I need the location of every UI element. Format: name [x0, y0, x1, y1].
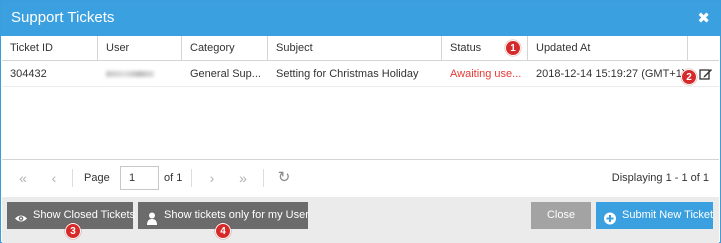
close-icon[interactable]: ✖: [697, 9, 710, 27]
dialog-title: Support Tickets: [11, 9, 115, 26]
displaying-count: Displaying 1 - 1 of 1: [611, 172, 709, 184]
dialog-footer: Show Closed Tickets Show tickets only fo…: [2, 197, 719, 243]
column-header-user[interactable]: User: [98, 36, 182, 61]
cell-user: [98, 61, 182, 87]
page-label: Page: [84, 172, 110, 184]
cell-subject: Setting for Christmas Holiday: [276, 68, 419, 80]
column-header-actions: [688, 36, 719, 61]
pager-separator: [263, 169, 264, 187]
cell-category: General Sup...: [190, 68, 261, 80]
cell-updated-at: 2018-12-14 15:19:27 (GMT+1): [536, 68, 686, 80]
last-page-icon[interactable]: »: [234, 169, 252, 187]
table-header: Ticket ID User Category Subject Status U…: [2, 36, 719, 61]
cell-status: Awaiting use...: [450, 68, 522, 80]
plus-circle-icon: [603, 209, 617, 225]
next-page-icon[interactable]: ›: [203, 169, 221, 187]
pager-separator: [72, 169, 73, 187]
tickets-grid: Ticket ID User Category Subject Status U…: [2, 36, 719, 159]
edit-icon[interactable]: [699, 67, 713, 81]
previous-page-icon[interactable]: ‹: [45, 169, 63, 187]
annotation-badge-4: 4: [215, 223, 231, 239]
dialog-titlebar: Support Tickets ✖: [1, 1, 720, 36]
submit-new-ticket-button[interactable]: Submit New Ticket: [596, 202, 713, 229]
column-header-category[interactable]: Category: [182, 36, 268, 61]
user-icon: [145, 209, 159, 225]
annotation-badge-3: 3: [65, 223, 81, 239]
table-row[interactable]: 304432 General Sup... Setting for Christ…: [2, 61, 719, 87]
eye-icon: [14, 209, 28, 222]
annotation-badge-2: 2: [681, 69, 697, 85]
column-header-ticket-id[interactable]: Ticket ID: [2, 36, 98, 61]
refresh-icon[interactable]: ↻: [275, 169, 293, 187]
close-button[interactable]: Close: [531, 202, 591, 229]
submit-new-ticket-label: Submit New Ticket: [622, 209, 714, 221]
show-closed-tickets-label: Show Closed Tickets: [33, 209, 136, 221]
first-page-icon[interactable]: «: [14, 169, 32, 187]
pager-separator: [191, 169, 192, 187]
page-number-input[interactable]: [120, 166, 159, 190]
show-my-user-tickets-label: Show tickets only for my User: [164, 209, 309, 221]
pagination-toolbar: « ‹ Page of 1 › » ↻ Displaying 1 - 1 of …: [2, 159, 719, 197]
column-header-updated-at[interactable]: Updated At: [528, 36, 688, 61]
page-count-label: of 1: [164, 172, 183, 184]
support-tickets-dialog: Support Tickets ✖ Ticket ID User Categor…: [0, 0, 721, 243]
blurred-user-name: [106, 71, 154, 77]
column-header-subject[interactable]: Subject: [268, 36, 442, 61]
cell-ticket-id: 304432: [10, 68, 47, 80]
annotation-badge-1: 1: [505, 40, 521, 56]
